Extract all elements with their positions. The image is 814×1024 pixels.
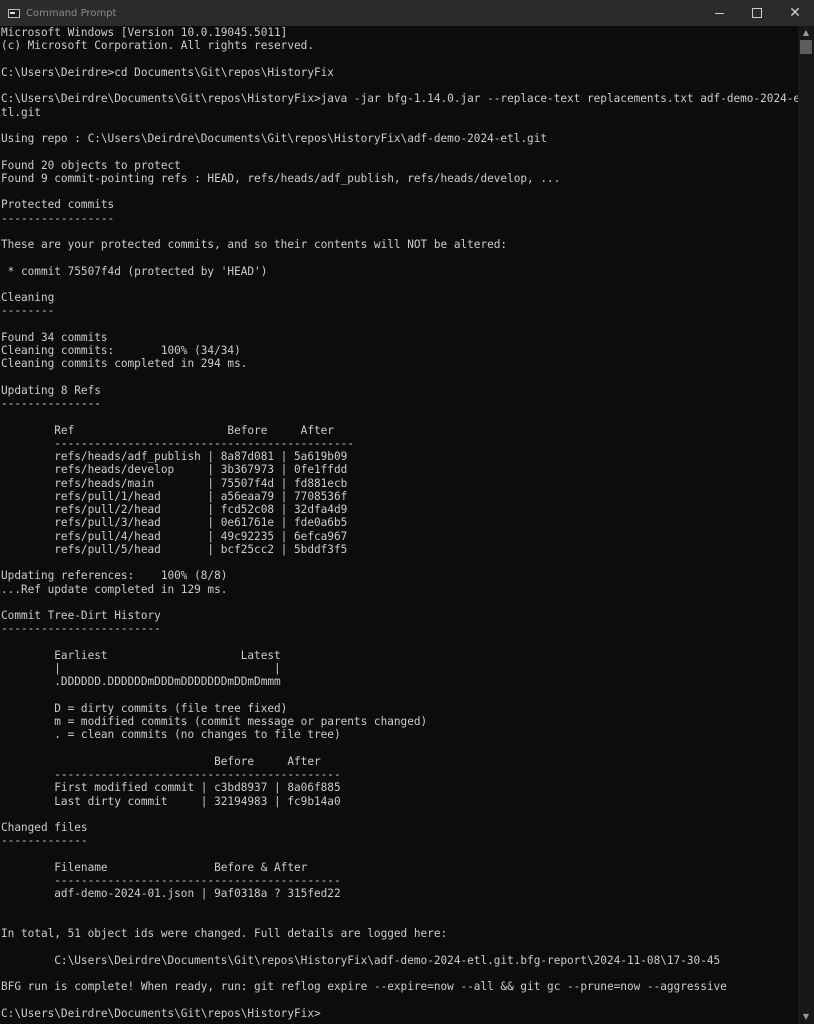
console-line: First modified commit | c3bd8937 | 8a06f…	[1, 781, 341, 795]
console-line: . = clean commits (no changes to file tr…	[1, 728, 341, 742]
console-line: .DDDDDD.DDDDDDmDDDmDDDDDDDmDDmDmmm	[1, 675, 281, 689]
console-line: Cleaning commits: 100% (34/34)	[1, 344, 241, 357]
console-output[interactable]: Microsoft Windows [Version 10.0.19045.50…	[0, 26, 798, 1024]
minimize-button[interactable]	[700, 0, 738, 26]
window-title: Command Prompt	[26, 7, 117, 19]
console-line: ----------------------------------------…	[1, 436, 354, 450]
console-line: ---------------	[1, 397, 101, 410]
console-line: Updating 8 Refs	[1, 383, 101, 397]
title-bar[interactable]: Command Prompt ✕	[0, 0, 814, 27]
console-line: refs/pull/3/head | 0e61761e | fde0a6b5	[1, 516, 348, 530]
console-line: Commit Tree-Dirt History	[1, 609, 161, 622]
console-line: refs/heads/main | 75507f4d | fd881ecb	[1, 476, 348, 490]
console-text: Microsoft Windows [Version 10.0.19045.50…	[0, 26, 798, 1020]
console-line: | |	[1, 662, 281, 675]
console-line: Cleaning commits completed in 294 ms.	[1, 357, 248, 371]
scroll-thumb[interactable]	[800, 40, 812, 54]
console-line: ...Ref update completed in 129 ms.	[1, 582, 228, 596]
maximize-button[interactable]	[738, 0, 776, 26]
console-line: C:\Users\Deirdre\Documents\Git\repos\His…	[1, 92, 798, 106]
close-icon: ✕	[789, 5, 801, 21]
console-line: Filename Before & After	[1, 860, 308, 874]
console-line: C:\Users\Deirdre\Documents\Git\repos\His…	[1, 1006, 321, 1020]
console-line: C:\Users\Deirdre\Documents\Git\repos\His…	[1, 953, 721, 967]
console-line: Protected commits	[1, 198, 115, 212]
console-line: --------	[1, 304, 55, 318]
console-line: (c) Microsoft Corporation. All rights re…	[1, 39, 314, 53]
scroll-up-icon[interactable]: ▲	[798, 26, 814, 40]
console-line: refs/pull/1/head | a56eaa79 | 7708536f	[1, 489, 348, 503]
console-line: m = modified commits (commit message or …	[1, 715, 428, 728]
console-line: Found 34 commits	[1, 330, 108, 344]
console-line: refs/pull/4/head | 49c92235 | 6efca967	[1, 529, 348, 543]
console-line: D = dirty commits (file tree fixed)	[1, 701, 288, 715]
console-line: BFG run is complete! When ready, run: gi…	[1, 980, 727, 993]
console-line: Before After	[1, 754, 321, 768]
console-line: refs/heads/adf_publish | 8a87d081 | 5a61…	[1, 450, 348, 463]
console-line: These are your protected commits, and so…	[1, 238, 508, 251]
console-line: Last dirty commit | 32194983 | fc9b14a0	[1, 794, 341, 808]
vertical-scrollbar[interactable]: ▲ ▼	[798, 26, 814, 1024]
console-line: Ref Before After	[1, 423, 334, 437]
console-line: Using repo : C:\Users\Deirdre\Documents\…	[1, 132, 548, 145]
console-line: In total, 51 object ids were changed. Fu…	[1, 927, 448, 940]
console-line: * commit 75507f4d (protected by 'HEAD')	[1, 264, 268, 278]
window-controls: ✕	[700, 0, 814, 26]
console-line: ----------------------------------------…	[1, 768, 341, 781]
console-line: Microsoft Windows [Version 10.0.19045.50…	[1, 26, 288, 39]
console-line: refs/pull/5/head | bcf25cc2 | 5bddf3f5	[1, 542, 348, 556]
console-icon	[8, 8, 20, 18]
scroll-down-icon[interactable]: ▼	[798, 1010, 814, 1024]
console-line: Updating references: 100% (8/8)	[1, 569, 228, 583]
console-line: Earliest Latest	[1, 648, 281, 662]
console-line: Found 20 objects to protect	[1, 158, 181, 172]
console-line: ----------------------------------------…	[1, 874, 341, 887]
console-line: Found 9 commit-pointing refs : HEAD, ref…	[1, 171, 561, 185]
console-line: adf-demo-2024-01.json | 9af0318a ? 315fe…	[1, 887, 341, 901]
console-line: tl.git	[1, 105, 41, 119]
console-line: refs/pull/2/head | fcd52c08 | 32dfa4d9	[1, 503, 348, 516]
console-line: ------------------------	[1, 622, 161, 636]
console-line: C:\Users\Deirdre>cd Documents\Git\repos\…	[1, 65, 334, 79]
console-line: Changed files	[1, 821, 88, 834]
close-button[interactable]: ✕	[776, 0, 814, 26]
minimize-icon	[714, 12, 724, 14]
maximize-icon	[752, 8, 762, 18]
console-line: -----------------	[1, 211, 115, 225]
console-line: -------------	[1, 834, 88, 848]
console-line: Cleaning	[1, 291, 55, 304]
console-line: refs/heads/develop | 3b367973 | 0fe1ffdd	[1, 463, 348, 477]
